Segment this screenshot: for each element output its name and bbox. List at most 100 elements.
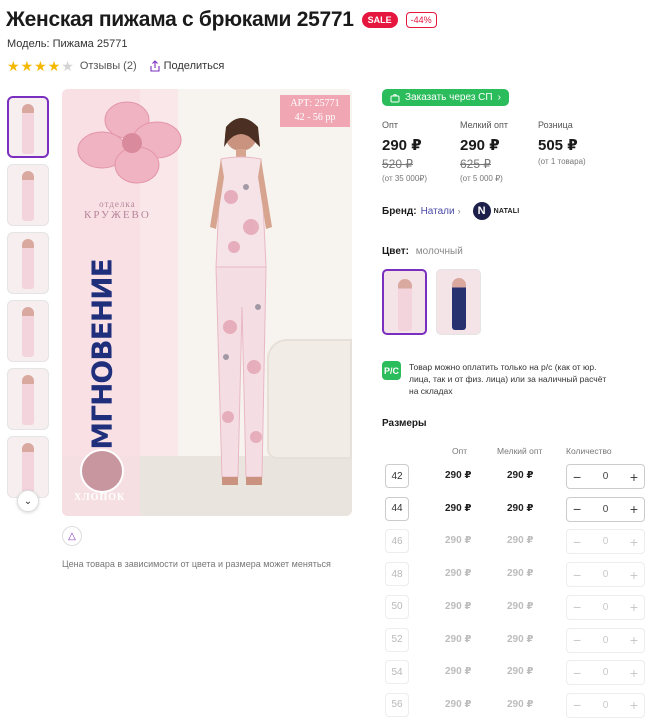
thumbnail-figure bbox=[22, 104, 34, 154]
color-value: молочный bbox=[415, 246, 463, 257]
star-icon: ★ bbox=[7, 58, 20, 74]
rating-stars: ★ ★ ★ ★ ★ bbox=[7, 59, 74, 73]
gallery-thumbnail[interactable] bbox=[7, 164, 49, 226]
color-swatch[interactable] bbox=[382, 269, 427, 335]
size-row: 50 290 ₽ 290 ₽ − 0 + bbox=[385, 594, 645, 621]
plus-icon: + bbox=[629, 566, 638, 583]
star-icon: ★ bbox=[47, 58, 61, 74]
model-line: Модель: Пижама 25771 bbox=[7, 38, 128, 50]
quantity-value: 0 bbox=[602, 536, 609, 548]
collection-text-label: МГНОВЕНИЕ bbox=[85, 258, 119, 450]
product-title: Женская пижама с брюками 25771 bbox=[6, 8, 354, 31]
minus-icon: − bbox=[573, 533, 582, 550]
lace-caption-small: отделка bbox=[99, 199, 136, 209]
reviews-link[interactable]: Отзывы (2) bbox=[80, 60, 137, 72]
article-label: АРТ: 25771 42 - 56 рр bbox=[280, 95, 350, 127]
order-sp-button[interactable]: Заказать через СП › bbox=[382, 89, 509, 106]
model-params-button[interactable]: △ bbox=[62, 526, 82, 546]
quantity-stepper[interactable]: − 0 + bbox=[566, 464, 645, 489]
quantity-value: 0 bbox=[602, 503, 609, 515]
price-condition: (от 5 000 ₽) bbox=[460, 173, 503, 183]
size-price-opt: 290 ₽ bbox=[445, 600, 472, 612]
sizes-header-small: Мелкий опт bbox=[497, 446, 543, 456]
size-price-small: 290 ₽ bbox=[507, 633, 534, 645]
size-price-opt: 290 ₽ bbox=[445, 535, 472, 547]
quantity-value: 0 bbox=[602, 667, 609, 679]
price-note: Цена товара в зависимости от цвета и раз… bbox=[62, 559, 331, 569]
main-product-image[interactable]: АРТ: 25771 42 - 56 рр отделка КРУЖЕВО МГ… bbox=[62, 89, 352, 516]
price-condition: (от 1 товара) bbox=[538, 156, 586, 166]
size-price-small: 290 ₽ bbox=[507, 502, 534, 514]
size-row: 46 290 ₽ 290 ₽ − 0 + bbox=[385, 529, 645, 555]
lace-caption: отделка КРУЖЕВО bbox=[84, 199, 151, 221]
size-price-small: 290 ₽ bbox=[507, 600, 534, 612]
gallery-thumbnail[interactable] bbox=[7, 96, 49, 158]
share-icon bbox=[150, 60, 160, 72]
gallery-thumbnail[interactable] bbox=[7, 436, 49, 498]
quantity-stepper[interactable]: − 0 + bbox=[566, 496, 645, 522]
minus-icon: − bbox=[573, 599, 582, 616]
brand-logo-icon[interactable]: N bbox=[472, 202, 491, 220]
plus-icon: + bbox=[629, 664, 638, 681]
brand-link[interactable]: Натали bbox=[421, 206, 455, 217]
size-row: 54 290 ₽ 290 ₽ − 0 + bbox=[385, 660, 645, 686]
order-sp-label: Заказать через СП bbox=[405, 92, 493, 103]
price-label: Мелкий опт bbox=[460, 119, 509, 130]
minus-icon: − bbox=[573, 664, 582, 681]
price-current: 505 ₽ bbox=[538, 136, 578, 154]
payment-icon: Р/С bbox=[382, 361, 401, 380]
payment-text: Товар можно оплатить только на р/с (как … bbox=[409, 362, 607, 396]
price-condition: (от 35 000₽) bbox=[382, 173, 428, 183]
plus-icon[interactable]: + bbox=[630, 469, 638, 485]
swatch-figure bbox=[451, 278, 466, 330]
share-button[interactable]: Поделиться bbox=[149, 60, 225, 72]
size-row: 42 290 ₽ 290 ₽ − 0 + bbox=[385, 464, 645, 490]
price-column: Опт 290 ₽ 520 ₽ (от 35 000₽) bbox=[382, 120, 460, 183]
cotton-label: ХЛОПОК bbox=[74, 492, 126, 503]
cotton-icon bbox=[80, 449, 124, 493]
size-label: 42 bbox=[385, 464, 409, 488]
size-label: 52 bbox=[385, 627, 409, 652]
quantity-value: 0 bbox=[602, 569, 609, 581]
size-row: 48 290 ₽ 290 ₽ − 0 + bbox=[385, 562, 645, 588]
brand-label: Бренд: bbox=[382, 205, 417, 217]
minus-icon[interactable]: − bbox=[573, 501, 581, 517]
color-swatch[interactable] bbox=[436, 269, 481, 335]
gallery-thumbnail[interactable] bbox=[7, 300, 49, 362]
size-label: 44 bbox=[385, 496, 409, 521]
color-swatches bbox=[382, 269, 481, 335]
star-icon: ★ bbox=[34, 58, 47, 74]
gallery-thumbnail[interactable] bbox=[7, 232, 49, 294]
sizes-header-qty: Количество bbox=[566, 446, 612, 456]
size-price-opt: 290 ₽ bbox=[445, 666, 472, 678]
size-label: 46 bbox=[385, 529, 409, 554]
price-label: Опт bbox=[382, 119, 398, 130]
size-price-small: 290 ₽ bbox=[507, 698, 534, 710]
quantity-stepper: − 0 + bbox=[566, 692, 645, 718]
size-label: 48 bbox=[385, 562, 409, 587]
minus-icon[interactable]: − bbox=[573, 469, 581, 485]
price-label: Розница bbox=[538, 119, 573, 130]
size-price-small: 290 ₽ bbox=[507, 568, 534, 580]
quantity-stepper: − 0 + bbox=[566, 627, 645, 653]
sizes-title: Размеры bbox=[382, 418, 427, 429]
gallery-thumbnail[interactable] bbox=[7, 368, 49, 430]
minus-icon: − bbox=[573, 566, 582, 583]
swatch-figure bbox=[397, 279, 412, 331]
hanger-icon: △ bbox=[68, 530, 76, 542]
quantity-stepper: − 0 + bbox=[566, 529, 645, 555]
minus-icon: − bbox=[573, 697, 582, 714]
lace-caption-big: КРУЖЕВО bbox=[84, 209, 151, 221]
size-price-opt: 290 ₽ bbox=[445, 502, 472, 514]
size-range: 42 - 56 рр bbox=[294, 112, 336, 123]
thumbnail-figure bbox=[22, 239, 34, 289]
minus-icon: − bbox=[573, 632, 582, 648]
thumbnail-strip bbox=[7, 96, 51, 504]
thumbs-down-button[interactable]: ⌄ bbox=[17, 490, 39, 512]
size-price-opt: 290 ₽ bbox=[445, 470, 472, 481]
price-old: 625 ₽ bbox=[460, 156, 491, 171]
plus-icon: + bbox=[629, 599, 638, 616]
plus-icon[interactable]: + bbox=[630, 501, 638, 517]
size-label: 50 bbox=[385, 594, 409, 619]
share-label: Поделиться bbox=[163, 60, 225, 72]
